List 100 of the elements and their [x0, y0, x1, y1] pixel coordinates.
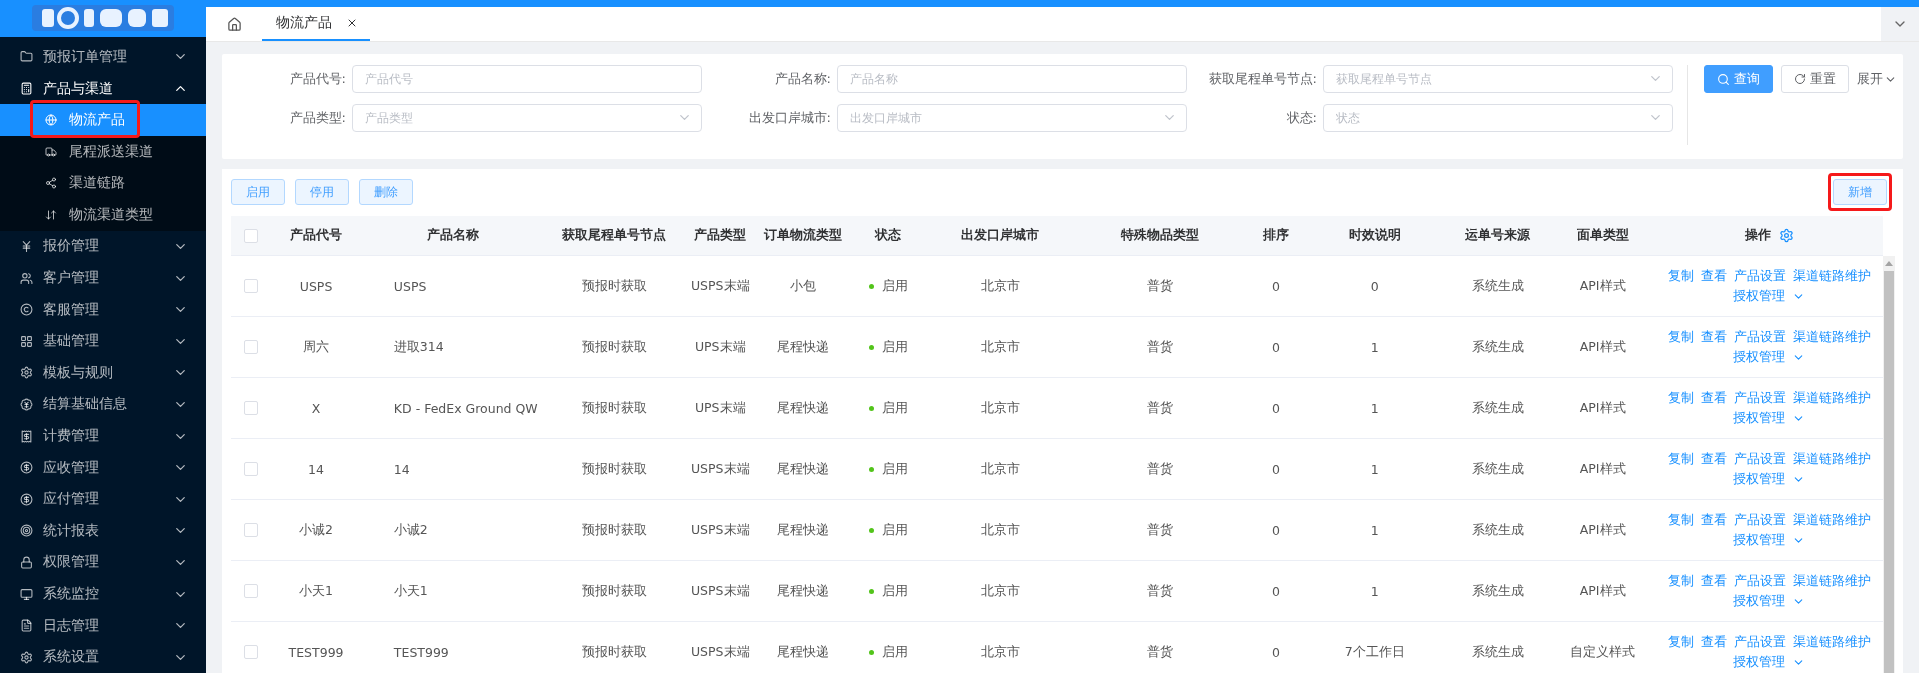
action-link[interactable]: 授权管理	[1733, 531, 1786, 549]
checkbox[interactable]	[244, 340, 259, 354]
tabs-menu-button[interactable]	[1881, 7, 1919, 41]
action-link[interactable]: 渠道链路维护	[1792, 450, 1871, 468]
table-cell-text: 进取314	[392, 338, 445, 356]
table-cell-text: 预报时获取	[580, 277, 648, 295]
toolbar-button[interactable]: 删除	[359, 179, 413, 205]
action-link[interactable]: 查看	[1700, 328, 1727, 346]
field-label: 产品类型:	[288, 109, 347, 127]
checkbox[interactable]	[244, 523, 259, 537]
menu-item[interactable]: 预报订单管理	[0, 41, 206, 73]
menu-item[interactable]: 应收管理	[0, 451, 206, 484]
action-link[interactable]: 渠道链路维护	[1792, 633, 1871, 651]
search-button[interactable]: 查询	[1704, 65, 1773, 93]
submenu-item[interactable]: 渠道链路	[0, 167, 206, 200]
action-link[interactable]: 查看	[1700, 633, 1727, 651]
submenu-item[interactable]: 尾程派送渠道	[0, 135, 206, 168]
menu-item[interactable]: 模板与规则	[0, 357, 206, 389]
action-link[interactable]: 授权管理	[1733, 409, 1786, 427]
menu-item[interactable]: 系统监控	[0, 578, 206, 610]
table-cell-text: TEST999	[392, 644, 450, 660]
action-link[interactable]: 授权管理	[1733, 287, 1786, 305]
action-link[interactable]: 复制	[1667, 572, 1694, 590]
action-link[interactable]: 查看	[1700, 267, 1727, 285]
toolbar-button[interactable]: 启用	[231, 179, 285, 205]
table-cell-text: 普货	[1146, 460, 1175, 478]
table-cell-text: 小天1	[298, 582, 335, 600]
action-link[interactable]: 查看	[1700, 389, 1727, 407]
menu-item[interactable]: 客服管理	[0, 293, 206, 326]
checkbox[interactable]	[244, 228, 259, 243]
action-link[interactable]: 产品设置	[1733, 511, 1786, 529]
action-link[interactable]: 渠道链路维护	[1792, 572, 1871, 590]
menu-item[interactable]: 系统设置	[0, 641, 206, 673]
action-link[interactable]: 授权管理	[1733, 653, 1786, 671]
table-cell-text: 预报时获取	[580, 338, 648, 356]
action-link[interactable]: 复制	[1667, 511, 1694, 529]
dollar-circle-icon	[20, 461, 33, 475]
table-cell-text: 小天1	[392, 582, 429, 600]
close-icon[interactable]	[346, 17, 358, 29]
checkbox[interactable]	[244, 462, 259, 476]
column-header: 订单物流类型	[763, 227, 844, 244]
menu-item[interactable]: 报价管理	[0, 230, 206, 263]
action-link[interactable]: 渠道链路维护	[1792, 389, 1871, 407]
menu-item[interactable]: 结算基础信息	[0, 388, 206, 421]
column-header: 出发口岸城市	[960, 227, 1041, 244]
menu-item[interactable]: 客户管理	[0, 262, 206, 294]
action-link[interactable]: 产品设置	[1733, 267, 1786, 285]
checkbox[interactable]	[244, 584, 259, 598]
settings-icon[interactable]	[1778, 228, 1794, 243]
action-link[interactable]: 授权管理	[1733, 348, 1786, 366]
truck-icon	[45, 145, 57, 158]
menu-item[interactable]: 产品与渠道	[0, 72, 206, 105]
action-link[interactable]: 复制	[1667, 633, 1694, 651]
input-field[interactable]: 产品名称	[837, 65, 1187, 93]
action-link[interactable]: 渠道链路维护	[1792, 511, 1871, 529]
action-link[interactable]: 产品设置	[1733, 633, 1786, 651]
scrollbar[interactable]	[1883, 256, 1895, 673]
action-link[interactable]: 查看	[1700, 572, 1727, 590]
submenu-item[interactable]: 物流渠道类型	[0, 199, 206, 231]
action-link[interactable]: 复制	[1667, 328, 1694, 346]
add-button[interactable]: 新增	[1833, 179, 1887, 205]
action-link[interactable]: 查看	[1700, 511, 1727, 529]
table-cell-text: 1	[1369, 583, 1380, 599]
action-link[interactable]: 查看	[1700, 450, 1727, 468]
action-link[interactable]: 授权管理	[1733, 592, 1786, 610]
toolbar-button[interactable]: 停用	[295, 179, 349, 205]
select-field[interactable]: 产品类型	[352, 104, 702, 132]
action-link[interactable]: 授权管理	[1733, 470, 1786, 488]
table-cell-text: 0	[1369, 278, 1380, 294]
table-cell-text: 预报时获取	[580, 399, 648, 417]
checkbox[interactable]	[244, 401, 259, 415]
table-cell-text: 尾程快递	[776, 582, 831, 600]
menu-item[interactable]: 统计报表	[0, 515, 206, 547]
menu-item[interactable]: 基础管理	[0, 325, 206, 358]
menu-item[interactable]: 日志管理	[0, 609, 206, 642]
select-field[interactable]: 状态	[1323, 104, 1673, 132]
action-link[interactable]: 产品设置	[1733, 328, 1786, 346]
select-field[interactable]: 获取尾程单号节点	[1323, 65, 1673, 93]
select-field[interactable]: 出发口岸城市	[837, 104, 1187, 132]
action-link[interactable]: 渠道链路维护	[1792, 328, 1871, 346]
checkbox[interactable]	[244, 645, 259, 659]
action-link[interactable]: 渠道链路维护	[1792, 267, 1871, 285]
tab[interactable]: 物流产品	[262, 7, 370, 41]
checkbox[interactable]	[244, 279, 259, 293]
table-cell-text: 尾程快递	[776, 643, 831, 661]
action-link[interactable]: 产品设置	[1733, 450, 1786, 468]
table-cell-text: 普货	[1146, 338, 1175, 356]
action-link[interactable]: 复制	[1667, 389, 1694, 407]
menu-item[interactable]: 应付管理	[0, 483, 206, 516]
action-link[interactable]: 复制	[1667, 450, 1694, 468]
expand-link[interactable]: 展开	[1857, 70, 1897, 88]
menu-item[interactable]: 计费管理	[0, 420, 206, 452]
action-link[interactable]: 产品设置	[1733, 572, 1786, 590]
users-icon	[20, 271, 33, 285]
action-link[interactable]: 产品设置	[1733, 389, 1786, 407]
table-cell-text: TEST999	[287, 644, 345, 660]
action-link[interactable]: 复制	[1667, 267, 1694, 285]
reset-button[interactable]: 重置	[1781, 65, 1849, 93]
input-field[interactable]: 产品代号	[352, 65, 702, 93]
menu-item[interactable]: 权限管理	[0, 546, 206, 579]
